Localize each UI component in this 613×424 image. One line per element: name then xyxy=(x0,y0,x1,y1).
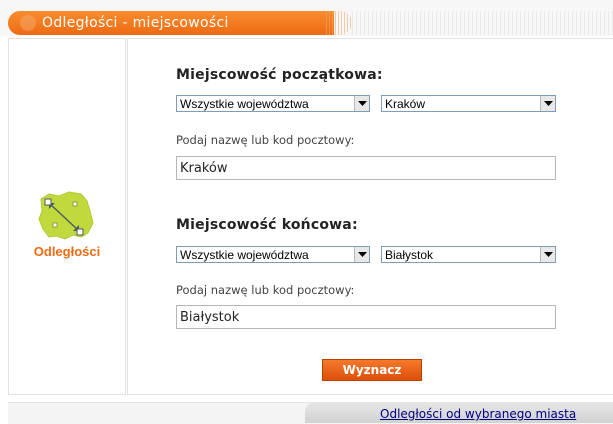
chevron-down-icon[interactable] xyxy=(540,247,555,262)
calculate-button[interactable]: Wyznacz xyxy=(322,359,422,381)
chevron-down-icon[interactable] xyxy=(540,96,555,111)
header-tab-stripes xyxy=(326,11,352,35)
end-city-select[interactable]: Białystok xyxy=(381,246,556,263)
poland-map-distance-icon xyxy=(38,191,94,240)
page-title: Odległości - miejscowości xyxy=(42,15,229,31)
logo-panel: Odległości xyxy=(8,38,126,395)
end-location-input[interactable] xyxy=(176,305,556,329)
start-location-title: Miejscowość początkowa: xyxy=(176,67,383,83)
end-city-value: Białystok xyxy=(385,248,434,262)
start-input-label: Podaj nazwę lub kod pocztowy: xyxy=(176,133,355,147)
chevron-down-icon[interactable] xyxy=(354,247,369,262)
end-voivodeship-select[interactable]: Wszystkie województwa xyxy=(176,246,370,263)
start-voivodeship-select[interactable]: Wszystkie województwa xyxy=(176,95,370,112)
start-location-input[interactable] xyxy=(176,156,556,180)
start-voivodeship-value: Wszystkie województwa xyxy=(180,97,309,111)
start-city-value: Kraków xyxy=(385,97,426,111)
footer-bar: Odległości od wybranego miasta xyxy=(0,398,613,424)
end-input-label: Podaj nazwę lub kod pocztowy: xyxy=(176,283,355,297)
header-bar: Odległości - miejscowości xyxy=(0,0,613,36)
end-location-title: Miejscowość końcowa: xyxy=(176,217,358,233)
end-voivodeship-value: Wszystkie województwa xyxy=(180,248,309,262)
chevron-down-icon[interactable] xyxy=(354,96,369,111)
header-rule xyxy=(352,11,613,35)
logo-label: Odległości xyxy=(33,244,101,259)
distances-from-city-link[interactable]: Odległości od wybranego miasta xyxy=(380,407,576,421)
start-city-select[interactable]: Kraków xyxy=(381,95,556,112)
